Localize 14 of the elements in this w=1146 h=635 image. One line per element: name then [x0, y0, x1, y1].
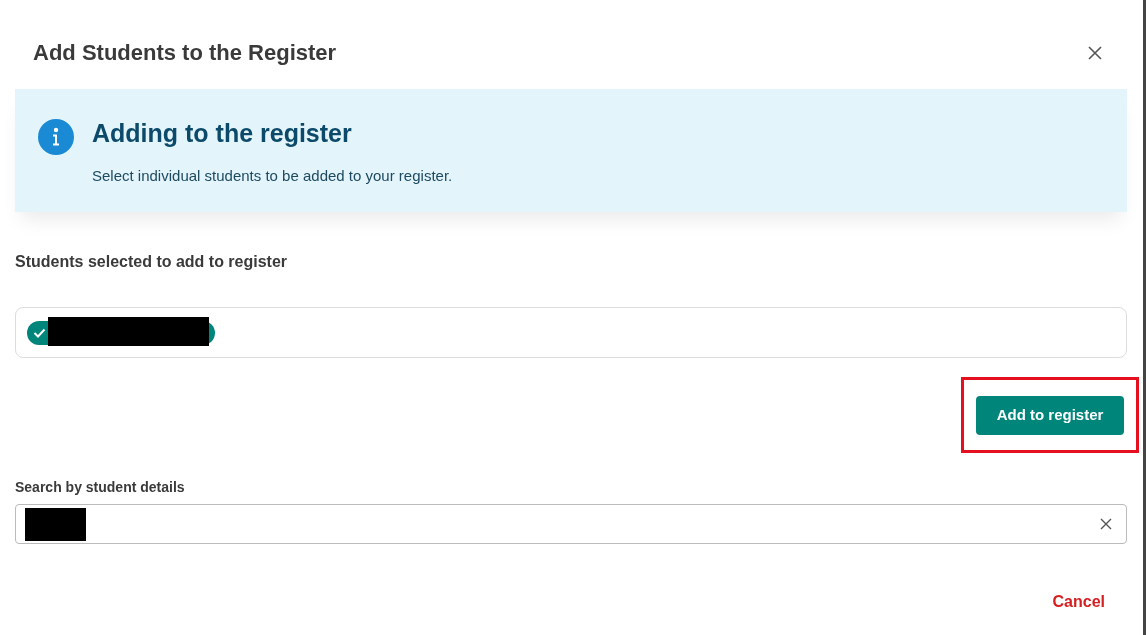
add-to-register-button[interactable]: Add to register — [976, 396, 1124, 435]
banner-heading: Adding to the register — [92, 119, 353, 147]
close-icon[interactable] — [1087, 44, 1103, 61]
dialog-title: Add Students to the Register — [33, 39, 337, 67]
banner-text: Select individual students to be added to your register. — [92, 166, 453, 186]
cancel-button[interactable]: Cancel — [1052, 590, 1105, 614]
search-label: Search by student details — [15, 478, 186, 497]
selected-students-field[interactable] — [15, 307, 1127, 358]
student-chip[interactable] — [27, 320, 215, 345]
search-field[interactable] — [15, 504, 1127, 544]
clear-icon[interactable] — [1100, 518, 1112, 530]
section-label: Students selected to add to register — [15, 252, 289, 272]
check-icon — [33, 327, 46, 338]
info-icon — [38, 119, 74, 155]
